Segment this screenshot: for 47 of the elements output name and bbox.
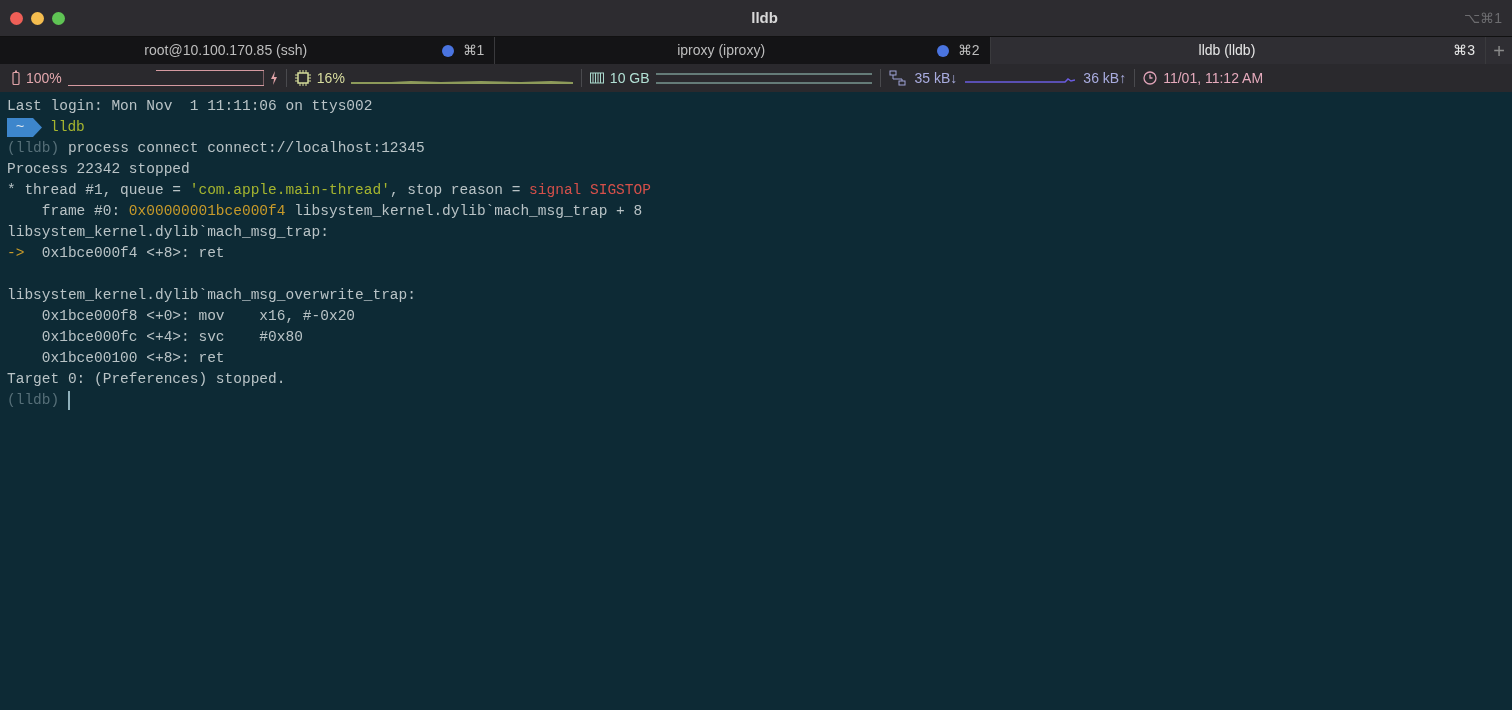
clock-time: 11/01, 11:12 AM	[1163, 68, 1264, 88]
terminal-text: libsystem_kernel.dylib`mach_msg_overwrite_trap:	[7, 286, 416, 305]
chip-icon	[294, 70, 311, 86]
window-title: lldb	[751, 7, 778, 28]
tab[interactable]: lldb (lldb) ⌘3	[990, 37, 1486, 64]
battery-percent: 100%	[26, 68, 62, 88]
window-shortcut: ⌥⌘1	[1464, 8, 1502, 28]
terminal-text: (lldb)	[7, 391, 60, 410]
terminal-text: lldb	[50, 118, 85, 137]
terminal-text: process connect connect://localhost:12345	[66, 139, 425, 158]
download-rate: 35 kB↓	[914, 68, 958, 88]
text-cursor	[68, 391, 71, 410]
terminal-text: libsystem_kernel.dylib`mach_msg_trap:	[7, 223, 329, 242]
bolt-icon	[269, 71, 278, 85]
terminal-text: 0x1bce000f8 <+0>: mov x16, #-0x20	[40, 307, 356, 326]
tab-label: lldb (lldb)	[1197, 41, 1257, 60]
terminal-text: signal SIGSTOP	[529, 181, 651, 200]
terminal-text: 0x1bce000f4 <+8>: ret	[40, 244, 225, 263]
tab-shortcut: ⌘1	[462, 41, 485, 60]
terminal-text: Process 22342 stopped	[7, 160, 190, 179]
minimize-button[interactable]	[31, 11, 44, 25]
terminal-text: 0x1bce00100 <+8>: ret	[40, 349, 225, 368]
memory-usage: 10 GB	[609, 68, 650, 88]
terminal-text: Last login: Mon Nov 1 11:11:06 on ttys002	[7, 97, 373, 116]
tab-shortcut: ⌘2	[957, 41, 980, 60]
battery-icon	[12, 70, 20, 86]
terminal-text: ->	[7, 244, 25, 263]
terminal-text: Target 0: (Preferences) stopped.	[7, 370, 286, 389]
tab-label: iproxy (iproxy)	[676, 41, 767, 60]
tab-shortcut: ⌘3	[1453, 41, 1475, 60]
terminal-text: frame #0:	[40, 202, 122, 221]
network-icon	[888, 70, 907, 86]
upload-rate: 36 kB↑	[1083, 68, 1127, 88]
clock-icon	[1143, 71, 1158, 85]
close-button[interactable]	[10, 11, 23, 25]
new-tab-button[interactable]: +	[1486, 37, 1512, 64]
terminal-text: * thread #1, queue =	[7, 181, 183, 200]
tab-label: root@10.100.170.85 (ssh)	[143, 41, 309, 60]
terminal-text: 'com.apple.main-thread'	[189, 181, 390, 200]
maximize-button[interactable]	[52, 11, 65, 25]
memory-icon	[589, 72, 604, 84]
terminal-text: , stop reason =	[389, 181, 522, 200]
terminal-text: 0x00000001bce000f4	[128, 202, 286, 221]
terminal-text: (lldb)	[7, 139, 60, 158]
terminal-text: libsystem_kernel.dylib`mach_msg_trap + 8	[293, 202, 643, 221]
cpu-percent: 16%	[316, 68, 345, 88]
terminal-text: 0x1bce000fc <+4>: svc #0x80	[40, 328, 303, 347]
